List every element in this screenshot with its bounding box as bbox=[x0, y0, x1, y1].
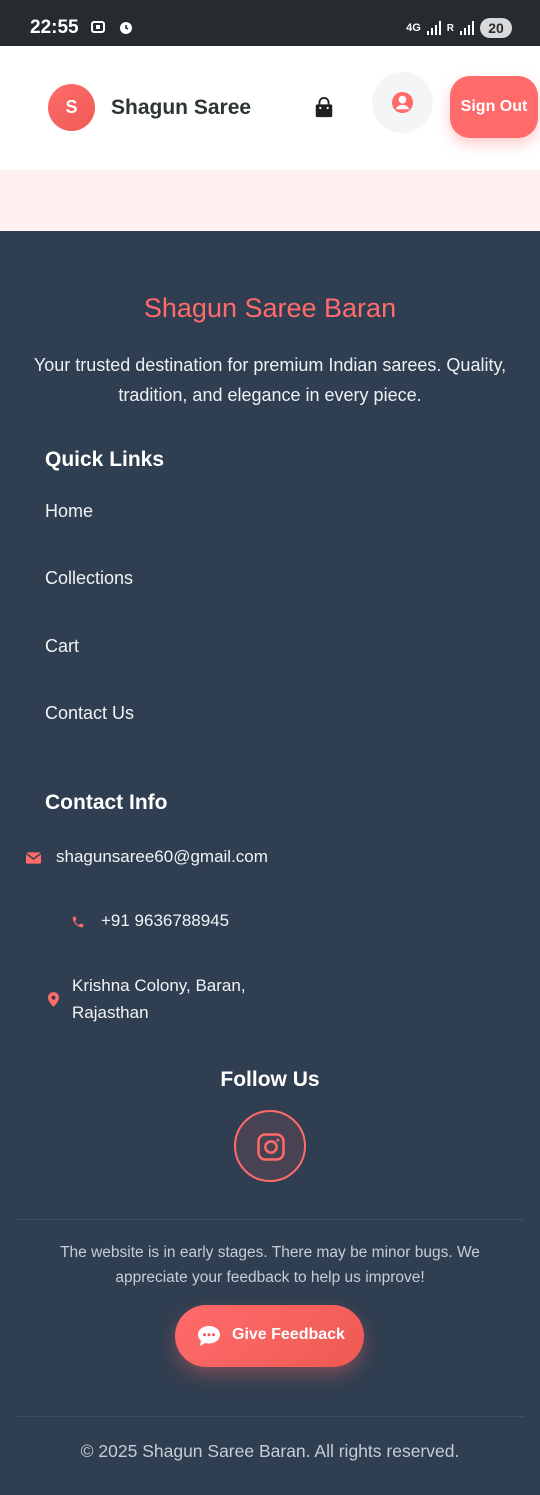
user-circle-icon bbox=[391, 91, 414, 114]
signal-icon-2 bbox=[460, 21, 474, 35]
location-pin-icon bbox=[48, 992, 59, 1007]
alarm-icon bbox=[120, 22, 133, 35]
contact-address: Krishna Colony, Baran, Rajasthan bbox=[72, 972, 246, 1026]
quick-link-home[interactable]: Home bbox=[45, 501, 93, 522]
contact-email[interactable]: shagunsaree60@gmail.com bbox=[56, 843, 268, 870]
instagram-button[interactable] bbox=[234, 1110, 306, 1182]
user-profile-button[interactable] bbox=[372, 72, 433, 133]
quick-link-cart[interactable]: Cart bbox=[45, 636, 79, 657]
quick-links-heading: Quick Links bbox=[45, 448, 165, 471]
battery-indicator: 20 bbox=[480, 18, 512, 38]
phone-icon bbox=[72, 916, 84, 928]
status-notification-icons bbox=[90, 18, 134, 35]
sign-out-button[interactable]: Sign Out bbox=[450, 76, 538, 138]
give-feedback-button[interactable]: Give Feedback bbox=[175, 1305, 364, 1367]
footer-title: Shagun Saree Baran bbox=[143, 293, 397, 323]
chat-bubble-icon bbox=[198, 1326, 220, 1346]
instagram-icon bbox=[257, 1133, 285, 1161]
beta-notice: The website is in early stages. There ma… bbox=[60, 1244, 480, 1286]
envelope-icon bbox=[26, 852, 41, 864]
site-footer: Shagun Saree Baran Your trusted destinat… bbox=[0, 231, 540, 1495]
contact-info-heading: Contact Info bbox=[45, 791, 168, 814]
copyright-text: © 2025 Shagun Saree Baran. All rights re… bbox=[80, 1441, 460, 1461]
shopping-bag-icon[interactable] bbox=[313, 97, 335, 119]
hero-band bbox=[0, 170, 540, 231]
address-line-2: Rajasthan bbox=[72, 1003, 149, 1022]
status-bar: 22:55 4G R 20 bbox=[0, 0, 540, 46]
site-header: S Shagun Saree Sign Out bbox=[0, 46, 540, 170]
status-time: 22:55 bbox=[30, 17, 79, 38]
address-line-1: Krishna Colony, Baran, bbox=[72, 976, 246, 995]
quick-link-contact-us[interactable]: Contact Us bbox=[45, 703, 134, 724]
footer-divider-bottom bbox=[16, 1416, 524, 1417]
contact-phone[interactable]: +91 9636788945 bbox=[101, 907, 229, 934]
screenshot-icon bbox=[91, 21, 105, 34]
status-right: 4G R 20 bbox=[406, 18, 512, 38]
follow-us-heading: Follow Us bbox=[220, 1068, 320, 1091]
network-type: 4G bbox=[406, 22, 421, 34]
give-feedback-label: Give Feedback bbox=[232, 1326, 345, 1343]
roaming-label: R bbox=[446, 22, 454, 34]
signal-icon bbox=[426, 21, 441, 35]
logo-badge[interactable]: S bbox=[48, 84, 95, 131]
brand-name[interactable]: Shagun Saree bbox=[111, 96, 251, 120]
quick-link-collections[interactable]: Collections bbox=[45, 568, 133, 589]
footer-divider bbox=[16, 1219, 524, 1220]
footer-description: Your trusted destination for premium Ind… bbox=[33, 355, 507, 405]
